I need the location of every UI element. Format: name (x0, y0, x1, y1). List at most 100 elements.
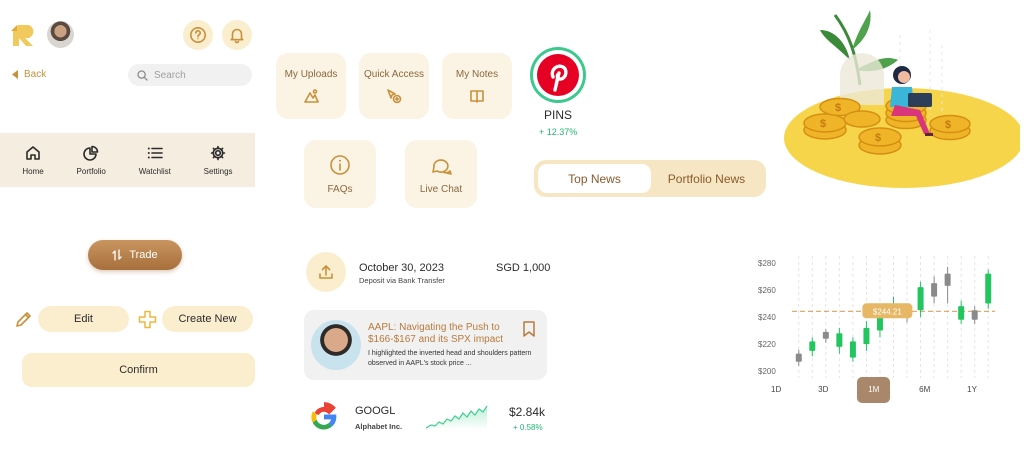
list-icon (147, 147, 163, 158)
back-label: Back (24, 69, 47, 80)
nav-item-settings[interactable]: Settings (204, 145, 233, 176)
nav-item-watchlist[interactable]: Watchlist (139, 145, 171, 176)
range-button-6m[interactable]: 6M (911, 377, 938, 403)
help-button[interactable] (183, 20, 213, 50)
y-tick-label: $200 (758, 367, 776, 376)
search-input[interactable]: Search (154, 70, 186, 81)
bell-icon (230, 28, 244, 44)
y-tick-label: $220 (758, 340, 776, 349)
googl-name: Alphabet Inc. (355, 422, 403, 431)
candle-body (917, 287, 924, 311)
nav-label-portfolio: Portfolio (76, 166, 106, 176)
chart-range-row: 1D 3D 1M 6M 1Y (763, 377, 985, 403)
pie-chart-icon (83, 145, 99, 161)
svg-text:$: $ (875, 132, 881, 144)
stock-ticker: PINS (544, 108, 573, 122)
bottom-nav: Home Portfolio Watchlist Settings (0, 133, 255, 187)
plus-icon[interactable] (138, 310, 157, 329)
info-icon (330, 154, 350, 175)
candle-body (958, 306, 965, 320)
card-quick-access-label: Quick Access (363, 68, 425, 80)
transaction-amount: SGD 1,000 (496, 262, 551, 274)
range-button-1y[interactable]: 1Y (959, 377, 985, 403)
upload-tray-icon (319, 265, 333, 279)
range-button-1d[interactable]: 1D (763, 377, 789, 403)
news-author-avatar (311, 320, 361, 370)
candle-body (985, 273, 992, 304)
tab-top-news-label: Top News (568, 171, 621, 186)
search-icon (137, 69, 148, 81)
candle-body (863, 327, 870, 345)
candlestick-chart: $280 $260 $240 $220 $200 $244.21 (758, 256, 995, 378)
notifications-button[interactable] (222, 20, 252, 50)
transaction-desc: Deposit via Bank Transfer (359, 276, 445, 285)
coins-plant-illustration: $$$$$ (784, 10, 1020, 188)
bookmark-icon[interactable] (522, 321, 536, 337)
help-icon (190, 27, 206, 43)
card-live-chat[interactable]: Live Chat (405, 140, 477, 208)
transaction-date: October 30, 2023 (359, 262, 445, 274)
svg-text:$: $ (835, 102, 841, 114)
y-tick-label: $260 (758, 286, 776, 295)
googl-sparkline (426, 405, 488, 430)
candle-body (931, 283, 938, 297)
edit-button[interactable]: Edit (38, 306, 129, 332)
pinterest-logo (530, 47, 586, 103)
nav-label-settings: Settings (203, 166, 233, 176)
card-faqs-label: FAQs (327, 183, 353, 195)
tab-portfolio-news-label: Portfolio News (667, 171, 746, 186)
upload-image-icon (304, 88, 319, 103)
back-arrow-icon (12, 70, 18, 79)
logo-r-icon (11, 25, 34, 46)
news-card[interactable]: AAPL: Navigating the Push to $166-$167 a… (304, 310, 547, 380)
card-my-uploads-label: My Uploads (284, 68, 338, 80)
y-tick-label: $280 (758, 259, 776, 268)
confirm-button[interactable]: Confirm (22, 353, 255, 387)
range-button-1m[interactable]: 1M (857, 377, 891, 403)
googl-ticker: GOOGL (355, 405, 396, 417)
nav-label-watchlist: Watchlist (138, 166, 171, 176)
card-quick-access[interactable]: Quick Access (359, 53, 429, 119)
trade-button[interactable]: Trade (88, 240, 182, 270)
news-title: AAPL: Navigating the Push to $166-$167 a… (368, 322, 504, 345)
back-button[interactable]: Back (12, 69, 46, 80)
deposit-icon-badge (306, 252, 346, 292)
avatar[interactable] (47, 21, 74, 48)
y-tick-label: $240 (758, 313, 776, 322)
tab-portfolio-news[interactable]: Portfolio News (651, 164, 762, 193)
candle-body (822, 331, 829, 339)
card-faqs[interactable]: FAQs (304, 140, 376, 208)
googl-price: $2.84k (509, 405, 546, 419)
swap-arrows-icon (112, 249, 122, 261)
pinterest-icon (537, 54, 579, 96)
google-icon (311, 402, 337, 430)
chat-bubbles-icon (432, 158, 452, 175)
nav-item-portfolio[interactable]: Portfolio (77, 145, 106, 176)
home-icon (26, 145, 40, 160)
google-logo (309, 402, 339, 432)
candle-body (971, 310, 978, 320)
tab-top-news[interactable]: Top News (538, 164, 651, 193)
pencil-icon[interactable] (15, 311, 32, 328)
edit-label: Edit (74, 313, 93, 325)
cursor-click-icon (387, 88, 402, 103)
trade-label: Trade (129, 249, 158, 261)
candle-body (836, 333, 843, 347)
search-bar[interactable]: Search (128, 64, 252, 86)
range-button-3d[interactable]: 3D (810, 377, 836, 403)
candle-body (795, 353, 802, 362)
stock-change: + 12.37% (539, 127, 578, 137)
candle-body (944, 273, 951, 286)
card-my-notes-label: My Notes (455, 68, 499, 80)
svg-text:$: $ (945, 119, 951, 131)
card-live-chat-label: Live Chat (419, 183, 463, 195)
svg-text:$: $ (820, 118, 826, 130)
card-my-uploads[interactable]: My Uploads (276, 53, 346, 119)
chart-range-bar: 1D 3D 1M 6M 1Y (763, 377, 985, 403)
create-new-button[interactable]: Create New (162, 306, 253, 332)
card-my-notes[interactable]: My Notes (442, 53, 512, 119)
candle-body (849, 341, 856, 358)
confirm-label: Confirm (119, 364, 158, 376)
gear-icon (210, 145, 226, 160)
nav-item-home[interactable]: Home (22, 145, 44, 176)
